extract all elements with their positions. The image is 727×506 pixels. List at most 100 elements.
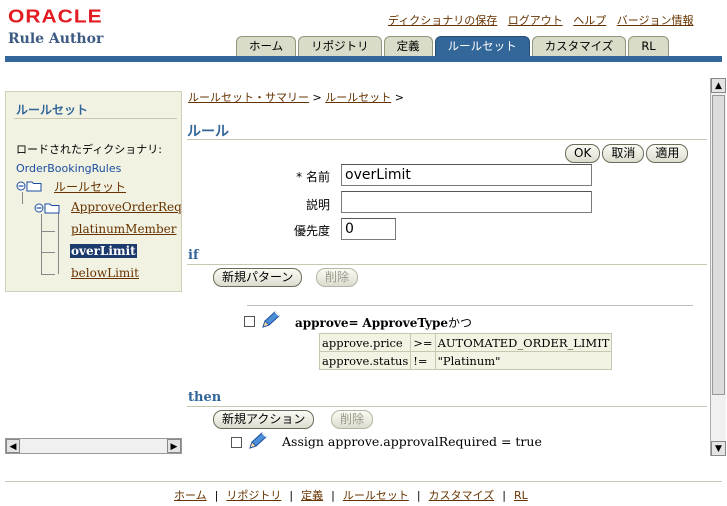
pattern-separator	[247, 305, 693, 306]
condition-operator: >=	[410, 333, 436, 352]
tree-connector	[41, 274, 55, 275]
priority-field[interactable]: 0	[341, 218, 396, 240]
collapse-icon[interactable]	[16, 181, 26, 191]
edit-action-pencil-icon[interactable]	[246, 431, 268, 451]
main-tabs: ホーム リポジトリ 定義 ルールセット カスタマイズ RL	[236, 36, 671, 56]
oracle-logo: ORACLE	[8, 6, 103, 27]
footer-link-rl[interactable]: RL	[514, 489, 528, 502]
breadcrumb-separator: >	[312, 91, 322, 104]
pattern-equals: =	[348, 316, 359, 330]
description-label: 説明	[305, 198, 330, 212]
new-action-button[interactable]: 新規アクション	[213, 410, 315, 429]
tree-node-ruleset: ApproveOrderRequir	[71, 200, 181, 214]
title-divider	[187, 139, 707, 140]
footer-link-repository[interactable]: リポジトリ	[226, 489, 281, 502]
tab-rl[interactable]: RL	[628, 36, 669, 56]
help-link[interactable]: ヘルプ	[573, 14, 606, 27]
tree-node-root: ルールセット	[54, 178, 126, 195]
logout-link[interactable]: ログアウト	[508, 14, 563, 27]
tree-connector	[41, 231, 55, 232]
breadcrumb-ruleset[interactable]: ルールセット	[325, 91, 391, 104]
footer-link-rulesets[interactable]: ルールセット	[343, 489, 409, 502]
new-pattern-button[interactable]: 新規パターン	[213, 268, 303, 287]
edit-pattern-pencil-icon[interactable]	[259, 310, 281, 330]
tree-node-rule: belowLimit	[71, 266, 139, 280]
scroll-left-icon[interactable]: ◀	[6, 439, 20, 453]
name-field[interactable]: overLimit	[341, 164, 592, 186]
loaded-dictionary-label: ロードされたディクショナリ:	[16, 143, 162, 156]
tree-link-platinum-member[interactable]: platinumMember	[71, 222, 176, 236]
cancel-button[interactable]: 取消	[602, 144, 645, 163]
tab-repository[interactable]: リポジトリ	[298, 36, 382, 56]
pattern-conjunction: かつ	[448, 316, 473, 330]
folder-icon	[26, 181, 42, 192]
product-name: Rule Author	[8, 31, 104, 47]
delete-action-button[interactable]: 削除	[331, 410, 374, 429]
ruleset-node-icons	[34, 202, 60, 214]
then-section-title: then	[188, 390, 222, 405]
condition-left: approve.status	[318, 351, 412, 370]
tree-link-over-limit[interactable]: overLimit	[70, 244, 137, 258]
footer-link-definitions[interactable]: 定義	[301, 489, 323, 502]
scroll-up-icon[interactable]: ▲	[711, 78, 726, 93]
navigator-header: ルールセット	[16, 103, 89, 117]
scroll-right-icon[interactable]: ▶	[167, 439, 181, 453]
tree-connector	[58, 212, 59, 274]
breadcrumb-separator: >	[394, 91, 404, 104]
tab-rulesets[interactable]: ルールセット	[434, 36, 530, 56]
footer-pipe: |	[416, 489, 421, 502]
condition-right: "Platinum"	[434, 351, 613, 370]
priority-label: 優先度	[293, 224, 330, 238]
content-vertical-scrollbar[interactable]: ▲ ▼	[710, 78, 726, 456]
footer-pipe: |	[289, 489, 294, 502]
navigator-horizontal-scrollbar[interactable]: ◀ ▶	[5, 438, 182, 454]
save-dictionary-link[interactable]: ディクショナリの保存	[388, 14, 497, 27]
tree-link-below-limit[interactable]: belowLimit	[71, 266, 139, 280]
tree-node-rule-selected: overLimit	[70, 244, 137, 258]
conditions-table: approve.price >= AUTOMATED_ORDER_LIMIT a…	[318, 333, 613, 370]
tree-link-rulesets[interactable]: ルールセット	[54, 180, 126, 194]
pattern-type: ApproveType	[362, 316, 449, 330]
breadcrumb-ruleset-summary[interactable]: ルールセット・サマリー	[188, 91, 309, 104]
if-section-title: if	[188, 248, 199, 263]
collapse-icon[interactable]	[34, 203, 44, 213]
action-checkbox[interactable]	[231, 437, 242, 448]
scroll-thumb[interactable]	[712, 95, 725, 395]
condition-left: approve.price	[318, 333, 412, 352]
footer-link-customize[interactable]: カスタマイズ	[429, 489, 495, 502]
root-node-icons	[16, 180, 42, 192]
condition-right: AUTOMATED_ORDER_LIMIT	[434, 333, 613, 352]
footer-links: ホーム | リポジトリ | 定義 | ルールセット | カスタマイズ | RL	[174, 487, 528, 503]
dictionary-name: OrderBookingRules	[16, 162, 122, 175]
ruleset-navigator: ルールセット ロードされたディクショナリ: OrderBookingRules …	[5, 91, 182, 292]
tree-node-rule: platinumMember	[71, 222, 176, 236]
table-row[interactable]: approve.price >= AUTOMATED_ORDER_LIMIT	[318, 333, 613, 352]
navigator-divider	[14, 118, 177, 119]
about-link[interactable]: バージョン情報	[617, 14, 694, 27]
tab-bar-underline	[5, 56, 722, 62]
tree-connector	[22, 192, 23, 204]
action-expression: Assign approve.approvalRequired = true	[282, 434, 542, 449]
footer-pipe: |	[214, 489, 219, 502]
tab-customize[interactable]: カスタマイズ	[531, 36, 627, 56]
table-row[interactable]: approve.status != "Platinum"	[318, 351, 613, 370]
description-field[interactable]	[341, 191, 592, 213]
if-section-divider	[187, 264, 707, 265]
tab-definitions[interactable]: 定義	[383, 36, 433, 56]
breadcrumb: ルールセット・サマリー > ルールセット >	[188, 89, 404, 105]
ok-button[interactable]: OK	[565, 144, 601, 163]
page-title: ルール	[187, 124, 229, 140]
apply-button[interactable]: 適用	[646, 144, 689, 163]
footer-pipe: |	[502, 489, 506, 502]
folder-icon	[44, 203, 60, 214]
pattern-variable: approve	[295, 316, 349, 330]
footer-link-home[interactable]: ホーム	[174, 489, 207, 502]
global-links: ディクショナリの保存 ログアウト ヘルプ バージョン情報	[388, 12, 701, 28]
tab-home[interactable]: ホーム	[236, 36, 297, 56]
condition-operator: !=	[410, 351, 436, 370]
pattern-checkbox[interactable]	[244, 316, 255, 327]
tree-link-approve-order-ruleset[interactable]: ApproveOrderRequir	[71, 200, 181, 214]
scroll-down-icon[interactable]: ▼	[711, 441, 726, 456]
footer-pipe: |	[331, 489, 335, 502]
delete-pattern-button[interactable]: 削除	[316, 268, 359, 287]
